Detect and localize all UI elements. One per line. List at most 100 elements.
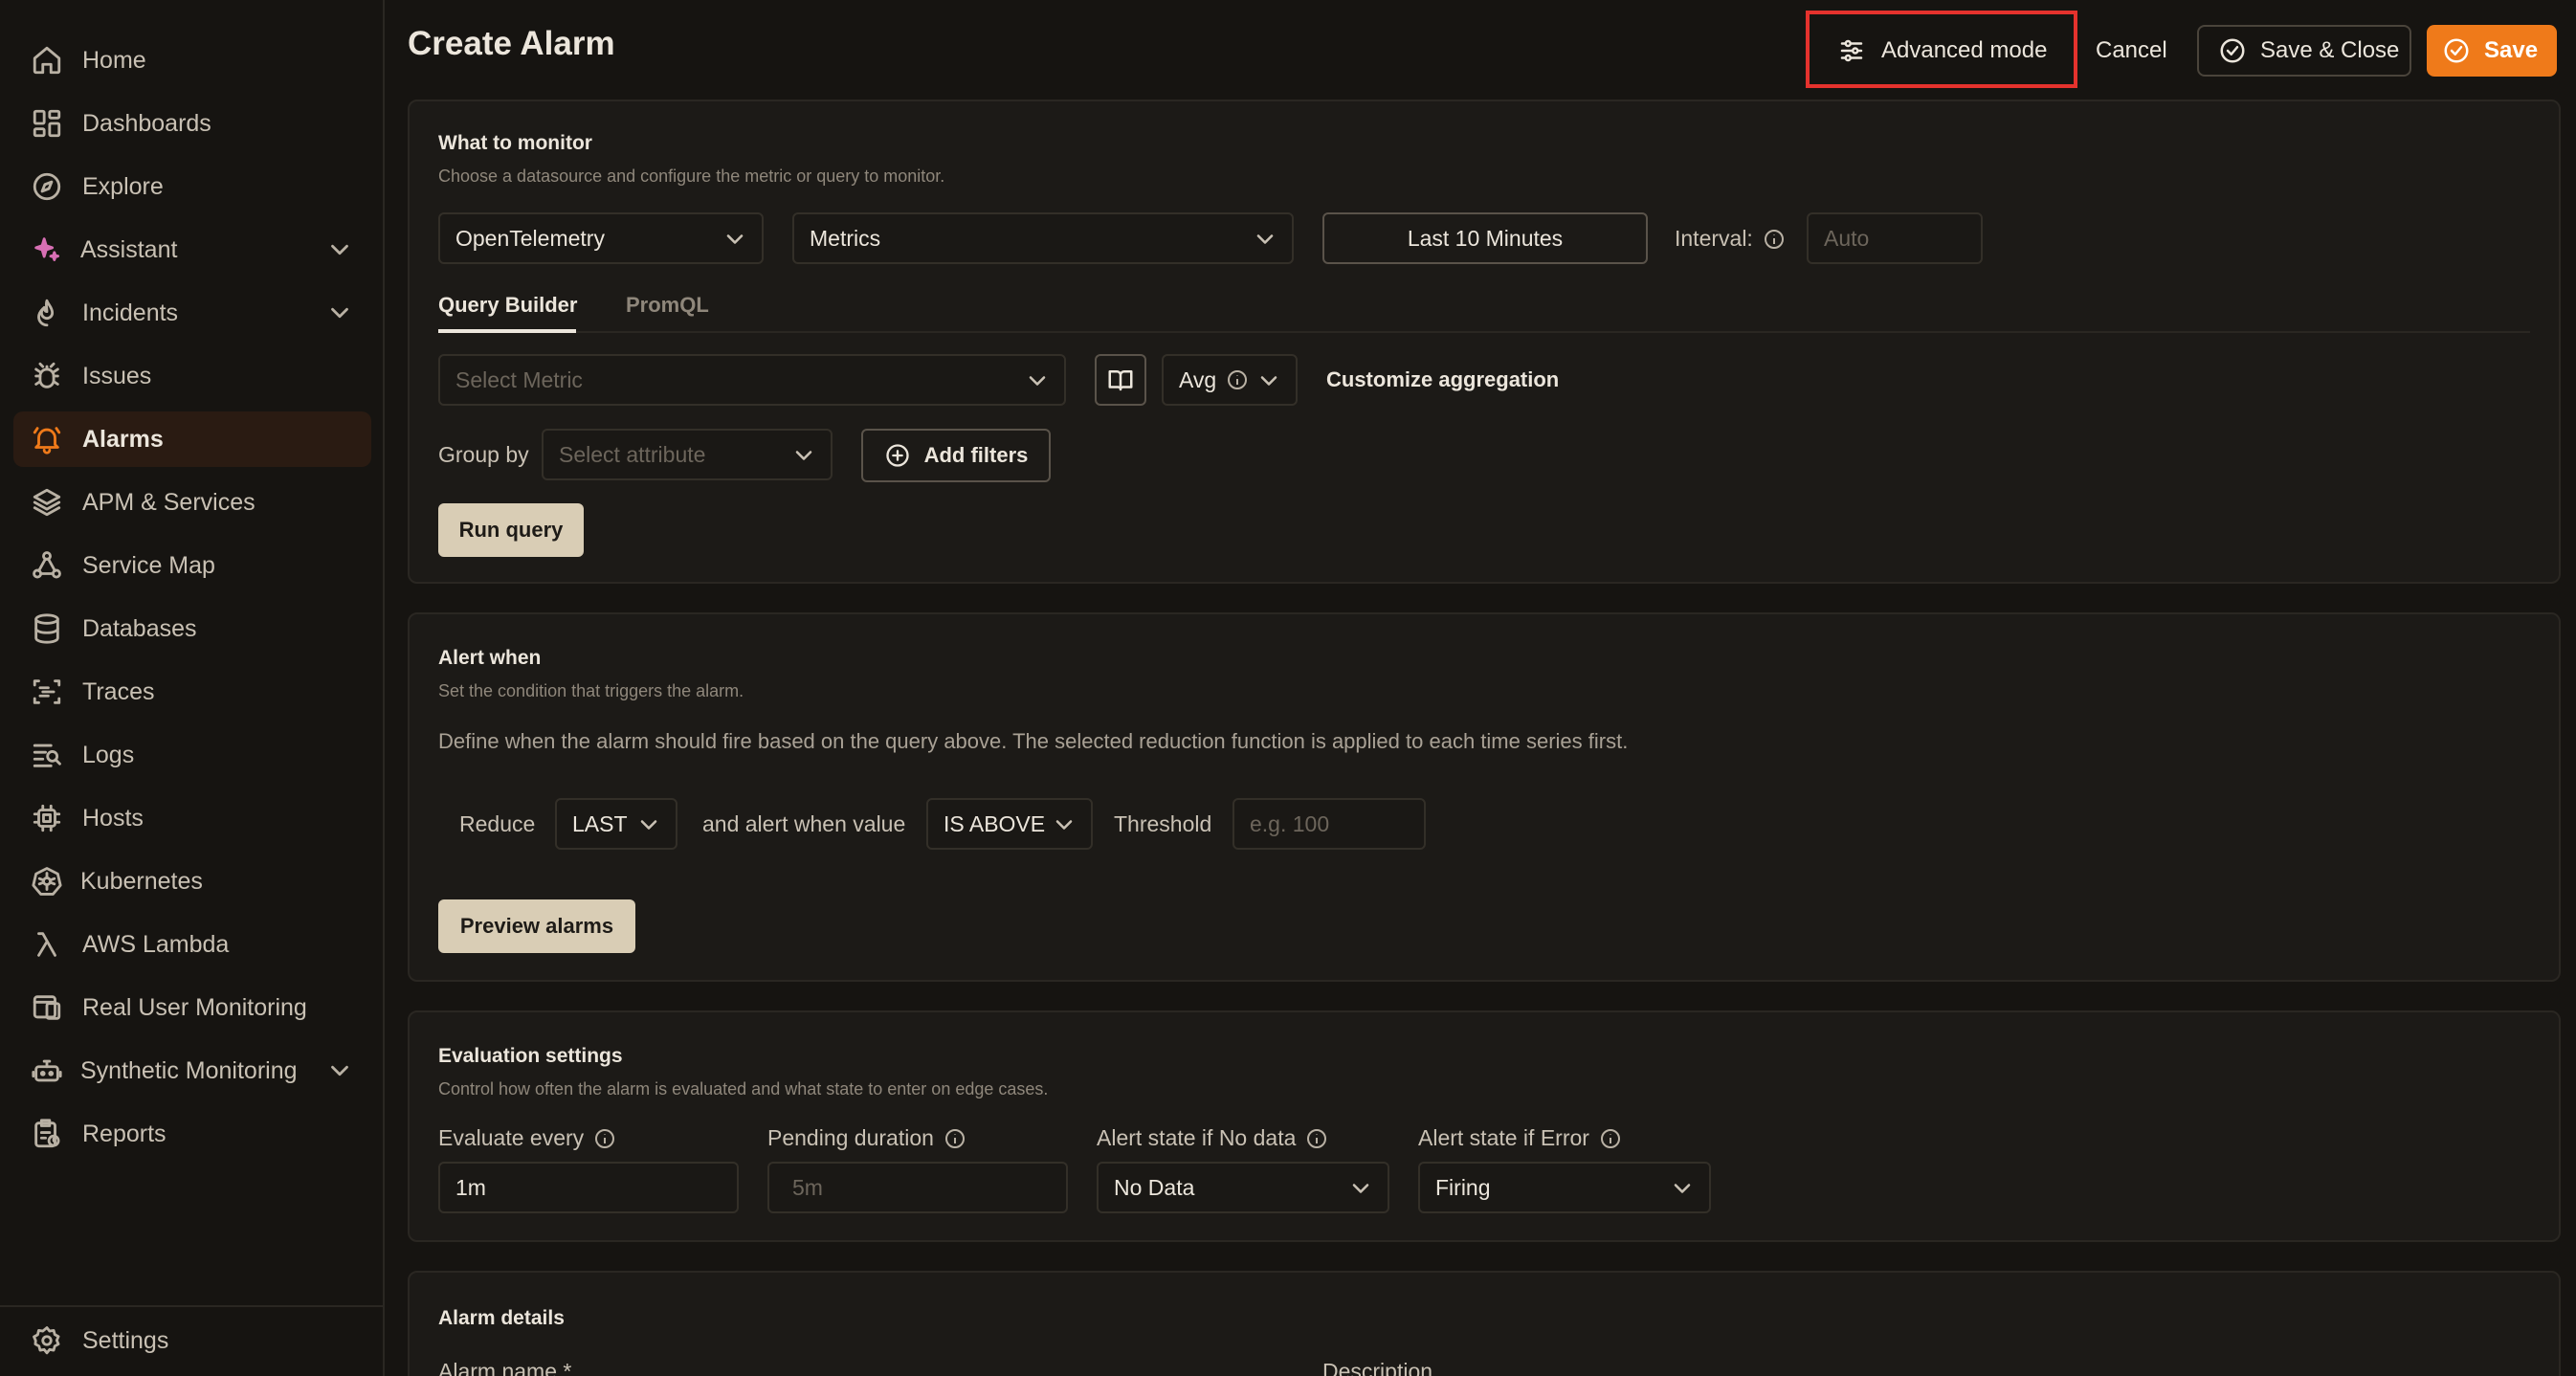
cancel-button[interactable]: Cancel <box>2092 25 2187 77</box>
chevron-down-icon <box>635 811 662 838</box>
evaluation-title: Evaluation settings <box>438 1045 623 1067</box>
sidebar-item-service-map[interactable]: Service Map <box>13 538 371 593</box>
info-icon[interactable] <box>1226 368 1249 391</box>
add-filters-button[interactable]: Add filters <box>861 429 1051 482</box>
chevron-down-icon[interactable] <box>325 235 354 264</box>
alarm-name-label: Alarm name * <box>438 1359 572 1376</box>
sidebar-item-home[interactable]: Home <box>13 33 371 88</box>
condition-select[interactable]: IS ABOVE <box>926 798 1093 850</box>
chevron-down-icon[interactable] <box>325 299 354 327</box>
datasource-value: OpenTelemetry <box>455 225 605 251</box>
sidebar-item-label: Databases <box>82 614 197 642</box>
chevron-down-icon[interactable] <box>325 1056 354 1085</box>
info-icon[interactable] <box>944 1127 966 1150</box>
chevron-down-icon <box>1051 811 1077 838</box>
sidebar-item-incidents[interactable]: Incidents <box>13 285 371 341</box>
metric-browser-button[interactable] <box>1095 354 1146 406</box>
error-state-select[interactable]: Firing <box>1418 1162 1711 1213</box>
sidebar-item-label: Reports <box>82 1120 167 1147</box>
alert-description: Define when the alarm should fire based … <box>438 729 1629 753</box>
preview-alarms-button[interactable]: Preview alarms <box>438 899 635 953</box>
group-by-select[interactable]: Select attribute <box>542 429 833 480</box>
gear-icon <box>31 1324 63 1357</box>
sidebar-item-traces[interactable]: Traces <box>13 664 371 720</box>
time-range-label: Last 10 Minutes <box>1407 225 1564 251</box>
sidebar-item-apm-services[interactable]: APM & Services <box>13 475 371 530</box>
interval-input[interactable]: Auto <box>1807 212 1983 264</box>
sidebar-item-label: Issues <box>82 362 152 389</box>
save-close-label: Save & Close <box>2260 37 2400 63</box>
sidebar-item-label: Hosts <box>82 804 144 832</box>
traces-icon <box>31 676 63 708</box>
sidebar-item-issues[interactable]: Issues <box>13 348 371 404</box>
chevron-down-icon <box>1255 367 1282 394</box>
sidebar-item-explore[interactable]: Explore <box>13 159 371 214</box>
reduce-select[interactable]: LAST <box>555 798 677 850</box>
evaluate-every-value: 1m <box>455 1174 486 1200</box>
sidebar-item-databases[interactable]: Databases <box>13 601 371 656</box>
sidebar-item-settings[interactable]: Settings <box>13 1313 371 1368</box>
sidebar-item-synthetic-monitoring[interactable]: Synthetic Monitoring <box>13 1043 371 1099</box>
info-icon[interactable] <box>1763 228 1786 251</box>
chevron-down-icon <box>722 226 748 253</box>
pending-duration-placeholder: 5m <box>792 1174 823 1200</box>
pending-duration-input[interactable]: 5m <box>767 1162 1068 1213</box>
sidebar-item-label: Settings <box>82 1326 169 1354</box>
sidebar-item-label: Kubernetes <box>80 867 203 895</box>
dashboard-icon <box>31 107 63 140</box>
alert-card: Alert when Set the condition that trigge… <box>408 612 2561 982</box>
threshold-input[interactable]: e.g. 100 <box>1232 798 1426 850</box>
sliders-icon <box>1837 36 1866 65</box>
cancel-label: Cancel <box>2096 37 2167 63</box>
error-state-label: Alert state if Error <box>1418 1125 1622 1151</box>
sidebar-item-logs[interactable]: Logs <box>13 727 371 783</box>
query-type-select[interactable]: Metrics <box>792 212 1294 264</box>
tab-query-builder[interactable]: Query Builder <box>438 293 577 318</box>
sidebar-item-aws-lambda[interactable]: AWS Lambda <box>13 917 371 972</box>
sidebar-item-assistant[interactable]: Assistant <box>13 222 371 277</box>
sidebar-item-hosts[interactable]: Hosts <box>13 790 371 846</box>
home-icon <box>31 44 63 77</box>
run-query-button[interactable]: Run query <box>438 503 584 557</box>
nodata-state-text: Alert state if No data <box>1097 1125 1297 1150</box>
reduce-label: Reduce <box>459 811 536 836</box>
save-label: Save <box>2484 37 2539 63</box>
info-icon[interactable] <box>1305 1127 1328 1150</box>
logs-icon <box>31 739 63 771</box>
pending-duration-label: Pending duration <box>767 1125 966 1151</box>
threshold-label: Threshold <box>1114 811 1212 836</box>
datasource-select[interactable]: OpenTelemetry <box>438 212 764 264</box>
info-icon[interactable] <box>1599 1127 1622 1150</box>
sidebar-item-alarms[interactable]: Alarms <box>13 411 371 467</box>
customize-aggregation-link[interactable]: Customize aggregation <box>1326 367 1559 392</box>
chevron-down-icon <box>1347 1175 1374 1202</box>
advanced-mode-button[interactable]: Advanced mode <box>1809 25 2076 77</box>
database-icon <box>31 612 63 645</box>
details-title: Alarm details <box>438 1307 565 1329</box>
sparkle-icon <box>31 233 63 266</box>
chevron-down-icon <box>1024 367 1051 394</box>
metric-placeholder: Select Metric <box>455 366 583 392</box>
sidebar-item-dashboards[interactable]: Dashboards <box>13 96 371 151</box>
metric-select[interactable]: Select Metric <box>438 354 1066 406</box>
sidebar-item-reports[interactable]: Reports <box>13 1106 371 1162</box>
sidebar-item-label: Home <box>82 46 146 74</box>
time-range-button[interactable]: Last 10 Minutes <box>1322 212 1648 264</box>
sidebar-item-real-user-monitoring[interactable]: Real User Monitoring <box>13 980 371 1035</box>
check-circle-icon <box>2442 36 2471 65</box>
tab-promql[interactable]: PromQL <box>626 293 709 318</box>
aggregation-select[interactable]: Avg <box>1162 354 1298 406</box>
save-button[interactable]: Save <box>2427 25 2557 77</box>
compass-icon <box>31 170 63 203</box>
advanced-mode-label: Advanced mode <box>1881 37 2048 63</box>
query-type-value: Metrics <box>810 225 881 251</box>
aggregation-value: Avg <box>1179 366 1217 392</box>
info-icon[interactable] <box>593 1127 616 1150</box>
nodata-state-select[interactable]: No Data <box>1097 1162 1389 1213</box>
active-tab-indicator <box>438 329 576 333</box>
save-close-button[interactable]: Save & Close <box>2197 25 2411 77</box>
sidebar: Home Dashboards Explore Assistant Incide… <box>0 0 385 1376</box>
evaluate-every-input[interactable]: 1m <box>438 1162 739 1213</box>
plus-circle-icon <box>884 442 911 469</box>
sidebar-item-kubernetes[interactable]: Kubernetes <box>13 854 371 909</box>
